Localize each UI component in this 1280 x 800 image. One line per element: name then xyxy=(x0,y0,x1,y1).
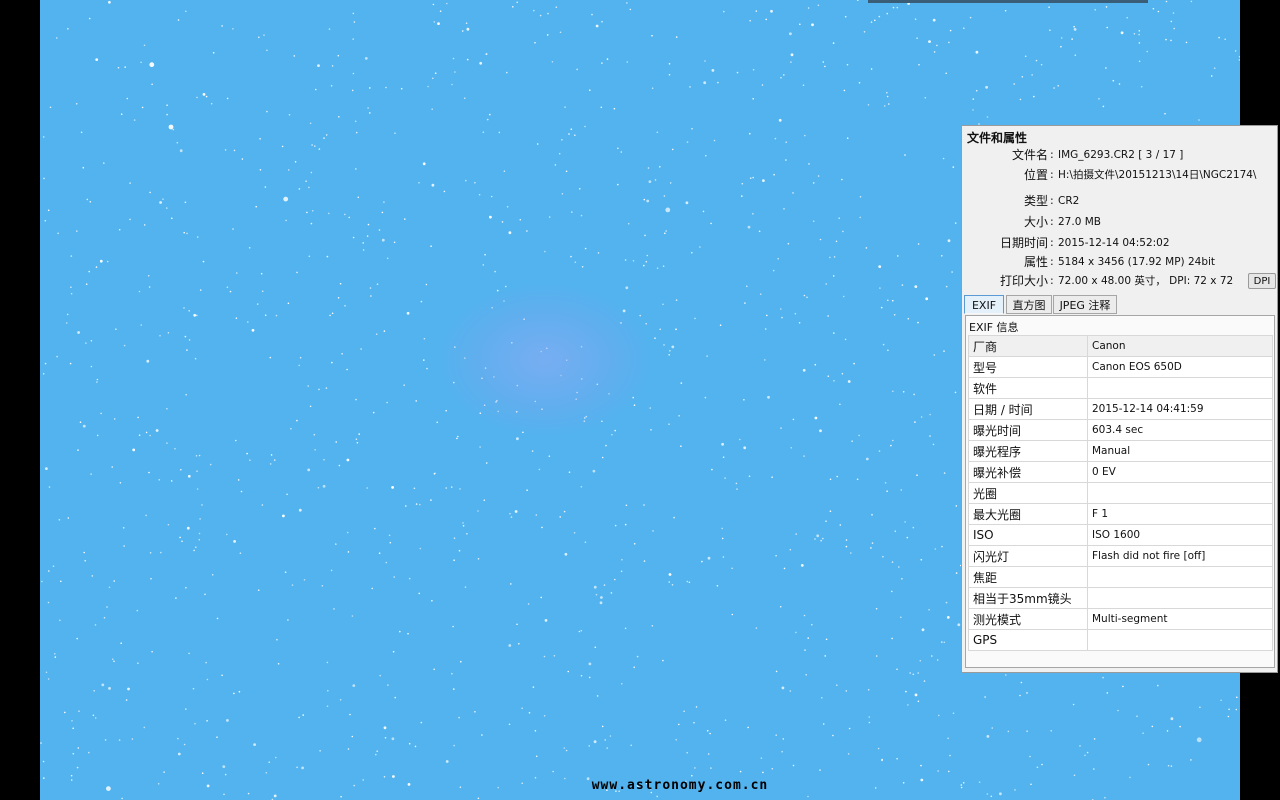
exif-row[interactable]: 测光模式 Multi-segment xyxy=(968,608,1273,630)
exif-value: 603.4 sec xyxy=(1087,419,1273,441)
prop-value: 72.00 x 48.00 英寸， DPI: 72 x 72 xyxy=(1058,275,1234,287)
exif-value: Flash did not fire [off] xyxy=(1087,545,1273,567)
exif-key: 最大光圈 xyxy=(968,503,1088,525)
prop-value: 27.0 MB xyxy=(1058,216,1101,228)
exif-key: 曝光补偿 xyxy=(968,461,1088,483)
exif-row[interactable]: GPS xyxy=(968,629,1273,651)
exif-info-box: EXIF 信息 厂商 Canon 型号 Canon EOS 650D 软件 日期 / 时间… xyxy=(965,315,1275,668)
exif-value xyxy=(1087,377,1273,399)
prop-key: 属性 xyxy=(1023,255,1048,269)
prop-key: 类型 xyxy=(1023,194,1048,208)
exif-row[interactable]: 焦距 xyxy=(968,566,1273,588)
exif-key: 相当于35mm镜头 xyxy=(968,587,1088,609)
prop-value: 2015-12-14 04:52:02 xyxy=(1058,237,1170,249)
tab-exif[interactable]: EXIF xyxy=(964,295,1004,314)
exif-key: 曝光程序 xyxy=(968,440,1088,462)
exif-row[interactable]: 闪光灯 Flash did not fire [off] xyxy=(968,545,1273,567)
exif-row[interactable]: ISO ISO 1600 xyxy=(968,524,1273,546)
exif-row[interactable]: 曝光补偿 0 EV xyxy=(968,461,1273,483)
exif-row[interactable]: 曝光程序 Manual xyxy=(968,440,1273,462)
top-edge-strip xyxy=(868,0,1148,3)
prop-value: 5184 x 3456 (17.92 MP) 24bit xyxy=(1058,256,1216,268)
exif-value: ISO 1600 xyxy=(1087,524,1273,546)
exif-value: Multi-segment xyxy=(1087,608,1273,630)
exif-row[interactable]: 软件 xyxy=(968,377,1273,399)
exif-value xyxy=(1087,482,1273,504)
exif-value: Canon xyxy=(1087,335,1273,357)
prop-key: 文件名 xyxy=(1011,148,1048,162)
exif-key: 焦距 xyxy=(968,566,1088,588)
panel-title: 文件和属性 xyxy=(967,131,1028,145)
exif-key: ISO xyxy=(968,524,1088,546)
file-properties-panel: 文件和属性 文件名 : IMG_6293.CR2 [ 3 / 17 ] 位置 :… xyxy=(961,125,1278,673)
exif-table: 厂商 Canon 型号 Canon EOS 650D 软件 日期 / 时间 2015-12-… xyxy=(968,335,1273,651)
exif-key: 曝光时间 xyxy=(968,419,1088,441)
dpi-button[interactable]: DPI xyxy=(1248,273,1276,289)
exif-value: Manual xyxy=(1087,440,1273,462)
exif-key: 日期 / 时间 xyxy=(968,398,1088,420)
prop-key: 大小 xyxy=(1023,215,1048,229)
exif-key: 软件 xyxy=(968,377,1088,399)
exif-value: 0 EV xyxy=(1087,461,1273,483)
exif-value xyxy=(1087,566,1273,588)
watermark-text: www.astronomy.com.cn xyxy=(591,778,769,793)
exif-key: 型号 xyxy=(968,356,1088,378)
prop-key: 打印大小 xyxy=(999,274,1048,288)
exif-row[interactable]: 相当于35mm镜头 xyxy=(968,587,1273,609)
exif-section-header: EXIF 信息 xyxy=(969,321,1019,334)
exif-row[interactable]: 光圈 xyxy=(968,482,1273,504)
exif-value: 2015-12-14 04:41:59 xyxy=(1087,398,1273,420)
exif-row[interactable]: 最大光圈 F 1 xyxy=(968,503,1273,525)
exif-row[interactable]: 日期 / 时间 2015-12-14 04:41:59 xyxy=(968,398,1273,420)
tab-jpeg-comment[interactable]: JPEG 注释 xyxy=(1053,295,1117,314)
prop-value: CR2 xyxy=(1058,195,1080,207)
prop-value: H:\拍摄文件\20151213\14日\NGC2174\ xyxy=(1058,169,1257,181)
prop-value: IMG_6293.CR2 [ 3 / 17 ] xyxy=(1058,149,1184,161)
exif-value xyxy=(1087,587,1273,609)
nebula-glow xyxy=(440,285,650,435)
exif-row[interactable]: 型号 Canon EOS 650D xyxy=(968,356,1273,378)
exif-value: Canon EOS 650D xyxy=(1087,356,1273,378)
exif-value xyxy=(1087,629,1273,651)
exif-key: 闪光灯 xyxy=(968,545,1088,567)
exif-key: 光圈 xyxy=(968,482,1088,504)
exif-key: 测光模式 xyxy=(968,608,1088,630)
exif-key: GPS xyxy=(968,629,1088,651)
tab-histogram[interactable]: 直方图 xyxy=(1006,295,1052,314)
exif-value: F 1 xyxy=(1087,503,1273,525)
prop-key: 日期时间 xyxy=(999,236,1048,250)
prop-key: 位置 xyxy=(1023,168,1048,182)
exif-key: 厂商 xyxy=(968,335,1088,357)
exif-row[interactable]: 厂商 Canon xyxy=(968,335,1273,357)
exif-row[interactable]: 曝光时间 603.4 sec xyxy=(968,419,1273,441)
